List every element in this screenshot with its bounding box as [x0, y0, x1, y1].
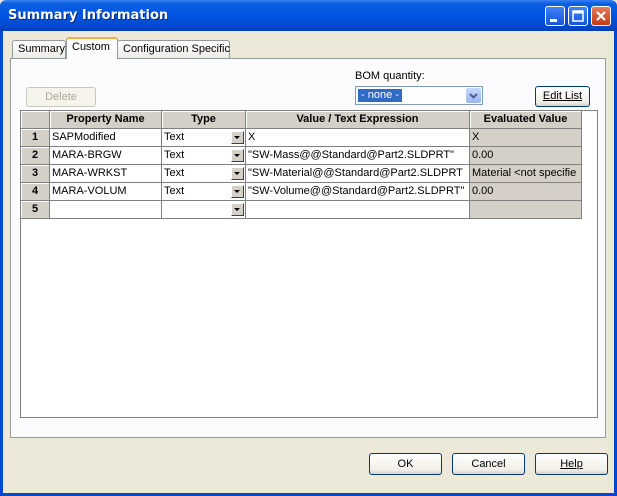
- chevron-down-icon: [469, 93, 478, 99]
- dropdown-arrow-icon: [234, 172, 240, 175]
- property-name-cell[interactable]: MARA-VOLUM: [50, 183, 162, 201]
- type-value: Text: [164, 149, 185, 161]
- evaluated-value-cell: [470, 201, 582, 219]
- row-number[interactable]: 1: [21, 129, 50, 147]
- property-name-cell[interactable]: [50, 201, 162, 219]
- value-cell[interactable]: [246, 201, 470, 219]
- value-cell[interactable]: X: [246, 129, 470, 147]
- minimize-icon: [550, 19, 557, 22]
- tab-configuration-specific[interactable]: Configuration Specific: [117, 40, 230, 58]
- type-value: Text: [164, 167, 185, 179]
- row-number[interactable]: 2: [21, 147, 50, 165]
- cancel-button[interactable]: Cancel: [452, 453, 525, 475]
- type-dropdown-button[interactable]: [231, 167, 244, 180]
- type-dropdown-button[interactable]: [231, 131, 244, 144]
- dropdown-arrow-icon: [234, 154, 240, 157]
- bom-quantity-value: - none -: [358, 89, 402, 102]
- value-cell[interactable]: "SW-Mass@@Standard@Part2.SLDPRT": [246, 147, 470, 165]
- bom-quantity-label: BOM quantity:: [355, 70, 425, 82]
- row-number[interactable]: 3: [21, 165, 50, 183]
- evaluated-value-cell: 0.00: [470, 183, 582, 201]
- column-header-evaluated-value[interactable]: Evaluated Value: [470, 111, 582, 129]
- type-dropdown-button[interactable]: [231, 185, 244, 198]
- row-number[interactable]: 4: [21, 183, 50, 201]
- value-cell[interactable]: "SW-Material@@Standard@Part2.SLDPRT: [246, 165, 470, 183]
- tab-custom[interactable]: Custom: [66, 37, 118, 59]
- help-label: Help: [560, 458, 583, 470]
- delete-button[interactable]: Delete: [26, 87, 96, 107]
- dropdown-arrow-icon: [234, 190, 240, 193]
- row-number[interactable]: 5: [21, 201, 50, 219]
- custom-properties-grid[interactable]: Property Name Type Value / Text Expressi…: [20, 110, 598, 418]
- window-frame: [0, 31, 3, 496]
- dropdown-arrow-icon: [234, 208, 240, 211]
- bom-quantity-dropdown[interactable]: - none -: [355, 86, 483, 105]
- type-cell[interactable]: Text: [162, 129, 246, 147]
- column-header-property-name[interactable]: Property Name: [50, 111, 162, 129]
- close-button[interactable]: [591, 6, 611, 26]
- evaluated-value-cell: X: [470, 129, 582, 147]
- value-cell[interactable]: "SW-Volume@@Standard@Part2.SLDPRT": [246, 183, 470, 201]
- type-cell[interactable]: [162, 201, 246, 219]
- property-name-cell[interactable]: SAPModified: [50, 129, 162, 147]
- type-cell[interactable]: Text: [162, 147, 246, 165]
- property-name-cell[interactable]: MARA-BRGW: [50, 147, 162, 165]
- type-value: Text: [164, 131, 185, 143]
- dropdown-arrow-icon: [234, 136, 240, 139]
- maximize-icon: [572, 10, 584, 22]
- close-icon: [596, 11, 606, 21]
- edit-list-label: Edit List: [542, 90, 583, 102]
- type-dropdown-button[interactable]: [231, 149, 244, 162]
- property-name-cell[interactable]: MARA-WRKST: [50, 165, 162, 183]
- type-cell[interactable]: Text: [162, 183, 246, 201]
- window-title: Summary Information: [8, 8, 169, 23]
- column-header-value[interactable]: Value / Text Expression: [246, 111, 470, 129]
- evaluated-value-cell: 0.00: [470, 147, 582, 165]
- edit-list-button[interactable]: Edit List: [535, 86, 590, 107]
- evaluated-value-cell: Material <not specifie: [470, 165, 582, 183]
- type-value: Text: [164, 185, 185, 197]
- ok-button[interactable]: OK: [369, 453, 442, 475]
- help-button[interactable]: Help: [535, 453, 608, 475]
- type-cell[interactable]: Text: [162, 165, 246, 183]
- title-bar[interactable]: Summary Information: [0, 0, 617, 31]
- tab-summary[interactable]: Summary: [12, 40, 66, 58]
- type-dropdown-button[interactable]: [231, 203, 244, 216]
- column-header-type[interactable]: Type: [162, 111, 246, 129]
- maximize-button[interactable]: [568, 6, 588, 26]
- grid-corner: [21, 111, 50, 129]
- dropdown-arrow-button[interactable]: [466, 88, 481, 103]
- minimize-button[interactable]: [545, 6, 565, 26]
